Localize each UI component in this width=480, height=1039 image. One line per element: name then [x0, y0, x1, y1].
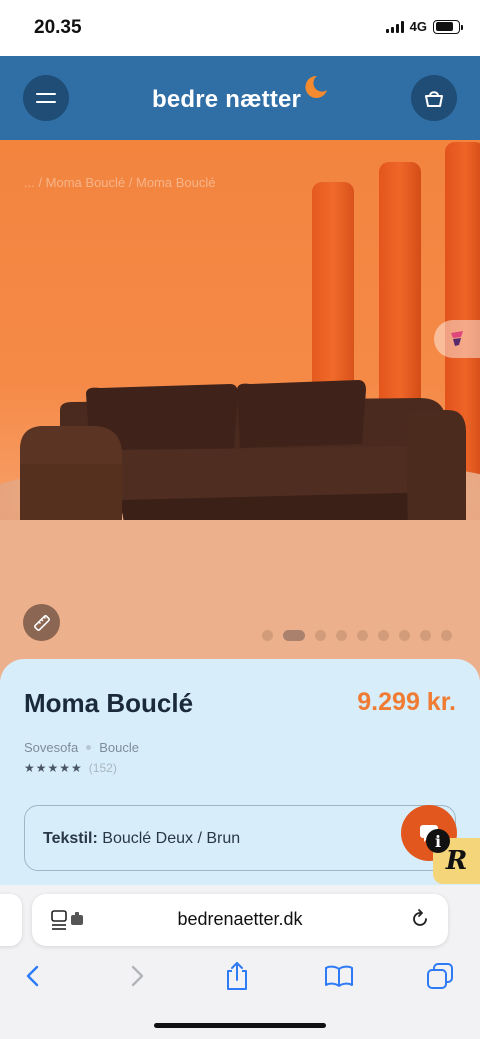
- cart-button[interactable]: [411, 75, 457, 121]
- r-logo-text: R: [445, 846, 468, 876]
- hamburger-menu-icon: [36, 93, 56, 103]
- textile-selector[interactable]: Tekstil: Bouclé Deux / Brun: [24, 805, 456, 871]
- tabs-button[interactable]: [425, 961, 455, 991]
- gallery-dot[interactable]: [262, 630, 273, 641]
- menu-button[interactable]: [23, 75, 69, 121]
- tabs-icon: [427, 963, 453, 989]
- address-bar[interactable]: bedrenaetter.dk: [32, 894, 448, 946]
- status-bar: 20.35 4G: [0, 0, 480, 56]
- dimensions-button[interactable]: [23, 604, 60, 641]
- gallery-dot[interactable]: [315, 630, 326, 641]
- brand-widget-icon: [451, 331, 463, 346]
- gallery-dot[interactable]: [378, 630, 389, 641]
- browser-toolbar: [0, 957, 480, 997]
- share-button[interactable]: [222, 961, 252, 991]
- breadcrumb[interactable]: ... / Moma Bouclé / Moma Bouclé: [24, 175, 215, 190]
- share-icon: [227, 962, 247, 990]
- product-title: Moma Bouclé: [24, 688, 194, 718]
- bookmarks-icon: [325, 965, 353, 987]
- display-stage-front: [0, 520, 480, 680]
- product-info-panel: Moma Bouclé 9.299 kr. Sovesofa Boucle ★★…: [0, 659, 480, 899]
- product-category[interactable]: Sovesofa: [24, 740, 78, 755]
- back-icon: [26, 965, 39, 987]
- site-logo[interactable]: bedre nætter: [152, 86, 301, 114]
- textile-label: Tekstil:: [43, 830, 98, 847]
- back-button[interactable]: [18, 961, 48, 991]
- forward-icon: [131, 965, 144, 987]
- shopping-bag-icon: [425, 91, 443, 107]
- forward-button[interactable]: [122, 961, 152, 991]
- gallery-dot[interactable]: [420, 630, 431, 641]
- side-widget-tab[interactable]: [434, 320, 480, 358]
- battery-icon: [433, 19, 463, 34]
- info-icon: i: [434, 831, 442, 851]
- info-badge[interactable]: i: [426, 829, 450, 853]
- previous-tab-edge[interactable]: [0, 894, 22, 946]
- status-time: 20.35: [34, 17, 82, 38]
- product-rating[interactable]: ★★★★★ (152): [24, 761, 117, 775]
- gallery-dot[interactable]: [336, 630, 347, 641]
- gallery-dot[interactable]: [441, 630, 452, 641]
- url-text: bedrenaetter.dk: [177, 909, 303, 929]
- gallery-dot[interactable]: [399, 630, 410, 641]
- gallery-dot[interactable]: [357, 630, 368, 641]
- network-label: 4G: [409, 19, 427, 34]
- home-indicator[interactable]: [154, 1023, 326, 1028]
- textile-value: Bouclé Deux / Brun: [102, 830, 241, 847]
- product-material[interactable]: Boucle: [99, 740, 139, 755]
- browser-chrome: bedrenaetter.dk: [0, 885, 480, 1039]
- status-indicators: 4G: [385, 19, 463, 34]
- product-meta: Sovesofa Boucle: [24, 740, 139, 755]
- site-header: bedre nætter: [0, 56, 480, 140]
- gallery-dot-active[interactable]: [283, 630, 305, 641]
- meta-separator: [86, 745, 92, 750]
- rating-stars-icon: ★★★★★: [24, 761, 83, 775]
- reload-icon[interactable]: [409, 908, 431, 930]
- moon-icon: [305, 75, 327, 98]
- product-price: 9.299 kr.: [357, 688, 456, 716]
- gallery-pagination: [262, 630, 452, 641]
- product-hero-image[interactable]: ... / Moma Bouclé / Moma Bouclé: [0, 140, 480, 680]
- ruler-icon: [33, 614, 50, 631]
- signal-icon: [385, 20, 404, 33]
- rating-count: (152): [88, 761, 117, 775]
- bookmarks-button[interactable]: [324, 961, 354, 991]
- textile-selector-text: Tekstil: Bouclé Deux / Brun: [43, 830, 240, 848]
